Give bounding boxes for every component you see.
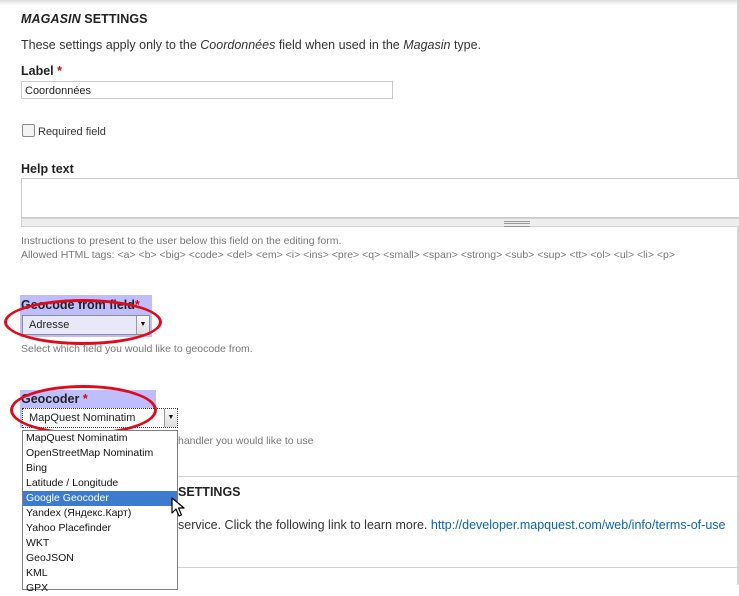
geocoder-option[interactable]: Bing <box>23 461 177 476</box>
textarea-resize-grip[interactable] <box>21 218 739 227</box>
geocoder-option-highlighted[interactable]: Google Geocoder <box>23 491 177 506</box>
geocoder-option[interactable]: Yandex (Яндекс.Карт) <box>23 506 177 521</box>
geocoder-option[interactable]: GPX <box>23 581 177 596</box>
help-text-description: Instructions to present to the user belo… <box>21 235 342 247</box>
label-input[interactable]: Coordonnées <box>21 81 393 99</box>
cursor-arrow-icon <box>171 497 185 517</box>
section-intro: These settings apply only to the Coordon… <box>21 38 482 52</box>
geocoder-settings-title: SETTINGS <box>178 485 241 499</box>
fieldset-divider <box>178 476 739 477</box>
annotation-oval-geocode-field <box>4 299 162 345</box>
help-text-label: Help text <box>21 162 74 176</box>
geocoder-option[interactable]: KML <box>23 566 177 581</box>
chevron-down-icon: ▼ <box>164 409 177 427</box>
required-field-option[interactable]: Required field <box>22 124 106 138</box>
help-text-textarea[interactable] <box>21 178 739 218</box>
allowed-html-tags: Allowed HTML tags: <a> <b> <big> <code> … <box>21 249 676 261</box>
geocoder-option[interactable]: OpenStreetMap Nominatim <box>23 446 177 461</box>
geocoder-option[interactable]: Latitude / Longitude <box>23 476 177 491</box>
section-title: MAGASIN SETTINGS <box>21 12 148 26</box>
terms-text: service. Click the following link to lea… <box>178 518 726 532</box>
label-field-label: Label * <box>21 64 63 78</box>
grip-icon <box>504 221 530 227</box>
annotation-oval-geocoder <box>10 385 157 435</box>
geocoder-option[interactable]: WKT <box>23 536 177 551</box>
terms-of-use-link[interactable]: http://developer.mapquest.com/web/info/t… <box>431 518 726 532</box>
required-asterisk: * <box>57 64 63 78</box>
fieldset-divider-bottom <box>178 567 739 568</box>
top-shadow <box>0 0 739 5</box>
geocoder-option[interactable]: GeoJSON <box>23 551 177 566</box>
geocoder-dropdown-list[interactable]: MapQuest Nominatim OpenStreetMap Nominat… <box>22 430 178 594</box>
geocoder-option[interactable]: Yahoo Placefinder <box>23 521 177 536</box>
geocoder-option[interactable]: MapQuest Nominatim <box>23 431 177 446</box>
geocoder-description: handler you would like to use <box>178 435 314 447</box>
geocode-from-field-description: Select which field you would like to geo… <box>21 343 253 355</box>
required-field-label: Required field <box>38 126 106 138</box>
required-field-checkbox[interactable] <box>22 124 35 137</box>
